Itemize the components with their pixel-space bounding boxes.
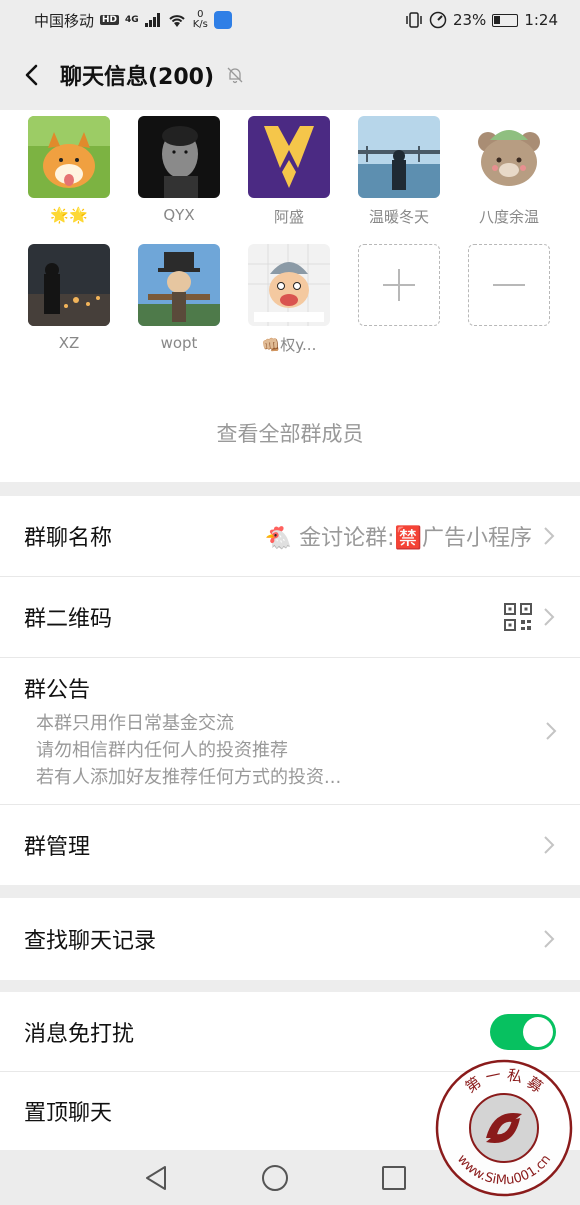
chevron-right-icon bbox=[546, 722, 557, 740]
mute-label: 消息免打扰 bbox=[24, 1021, 135, 1047]
vibrate-icon bbox=[406, 12, 422, 28]
member-name: QYX bbox=[163, 206, 195, 224]
member-grid: 🌟🌟 QYX 阿盛 温暖冬天 八度余温 XZ wopt 👊🏼权y... bbox=[14, 116, 564, 354]
announcement-line: 本群只用作日常基金交流 bbox=[36, 712, 234, 734]
avatar[interactable] bbox=[28, 244, 110, 326]
announcement-line: 请勿相信群内任何人的投资推荐 bbox=[36, 739, 288, 761]
member-item[interactable]: XZ bbox=[14, 244, 124, 354]
battery-percent: 23% bbox=[452, 11, 487, 29]
search-history-row[interactable]: 查找聊天记录 bbox=[0, 898, 580, 980]
search-history-right bbox=[542, 928, 556, 950]
remove-member-button[interactable] bbox=[454, 244, 564, 354]
status-bar: 中国移动 HD 4G 0 K/s 23% 1:24 bbox=[0, 0, 580, 40]
member-name: 🌟🌟 bbox=[50, 206, 88, 224]
hd-badge: HD bbox=[100, 15, 120, 25]
group-settings-section: 群聊名称 🐔 金讨论群:🈲广告小程序 群二维码 群公告 本群只用作日常基金交流 … bbox=[0, 496, 580, 885]
wifi-icon bbox=[168, 15, 185, 27]
qr-code-icon bbox=[504, 603, 532, 631]
clock: 1:24 bbox=[524, 11, 558, 29]
announcement-row[interactable]: 群公告 本群只用作日常基金交流 请勿相信群内任何人的投资推荐 若有人添加好友推荐… bbox=[0, 658, 580, 805]
member-name: 温暖冬天 bbox=[368, 208, 429, 226]
member-item[interactable]: 🌟🌟 bbox=[14, 116, 124, 226]
mute-toggle[interactable] bbox=[490, 1013, 556, 1050]
chevron-right-icon bbox=[544, 836, 555, 854]
recents-square-icon[interactable] bbox=[381, 1165, 407, 1191]
mute-right bbox=[490, 1013, 556, 1050]
member-name: XZ bbox=[58, 334, 80, 352]
signal-icon bbox=[144, 13, 160, 27]
top-nav-bar: 聊天信息(200) bbox=[0, 40, 580, 110]
net-speed: 0 K/s bbox=[193, 10, 208, 30]
qr-code-row[interactable]: 群二维码 bbox=[0, 577, 580, 658]
qr-code-label: 群二维码 bbox=[24, 607, 113, 632]
back-arrow-icon[interactable] bbox=[18, 61, 46, 89]
carrier-label: 中国移动 bbox=[34, 11, 95, 30]
search-section: 查找聊天记录 bbox=[0, 898, 580, 980]
back-triangle-icon[interactable] bbox=[143, 1164, 169, 1192]
net-speed-unit: K/s bbox=[192, 19, 208, 30]
avatar[interactable] bbox=[28, 116, 110, 198]
search-history-label: 查找聊天记录 bbox=[24, 929, 157, 954]
group-name-value: 🐔 金讨论群:🈲广告小程序 bbox=[264, 526, 532, 551]
chevron-right-icon bbox=[544, 608, 555, 626]
announcement-label: 群公告 bbox=[24, 677, 91, 703]
member-name: 阿盛 bbox=[273, 208, 304, 226]
group-name-row[interactable]: 群聊名称 🐔 金讨论群:🈲广告小程序 bbox=[0, 496, 580, 577]
member-name: wopt bbox=[160, 334, 198, 352]
member-item[interactable]: 👊🏼权y... bbox=[234, 244, 344, 354]
member-item[interactable]: 温暖冬天 bbox=[344, 116, 454, 226]
bell-off-icon bbox=[227, 67, 243, 84]
member-item[interactable]: 阿盛 bbox=[234, 116, 344, 226]
remove-member-box[interactable] bbox=[468, 244, 550, 326]
announcement-line: 若有人添加好友推荐任何方式的投资... bbox=[36, 766, 342, 788]
group-name-right: 🐔 金讨论群:🈲广告小程序 bbox=[265, 520, 556, 552]
member-name: 八度余温 bbox=[478, 208, 539, 226]
chevron-right-icon bbox=[544, 527, 555, 545]
avatar[interactable] bbox=[248, 244, 330, 326]
member-item[interactable]: 八度余温 bbox=[454, 116, 564, 226]
watermark-logo-icon: 第 一 私 募 www.SiMu001.cn bbox=[435, 1059, 573, 1197]
home-circle-icon[interactable] bbox=[261, 1164, 289, 1192]
add-member-button[interactable] bbox=[344, 244, 454, 354]
battery-icon bbox=[492, 13, 519, 27]
speedometer-icon bbox=[429, 11, 447, 29]
qr-code-right bbox=[504, 603, 556, 631]
group-manage-row[interactable]: 群管理 bbox=[0, 805, 580, 885]
member-section: 🌟🌟 QYX 阿盛 温暖冬天 八度余温 XZ wopt 👊🏼权y... 查看全部… bbox=[0, 110, 580, 482]
notification-app-icon bbox=[213, 11, 232, 29]
page-title: 聊天信息(200) bbox=[60, 65, 215, 90]
avatar[interactable] bbox=[358, 116, 440, 198]
member-item[interactable]: wopt bbox=[124, 244, 234, 354]
member-name: 👊🏼权y... bbox=[261, 336, 317, 354]
network-label: 4G bbox=[125, 15, 139, 25]
announcement-content: 本群只用作日常基金交流 请勿相信群内任何人的投资推荐 若有人添加好友推荐任何方式… bbox=[24, 710, 341, 791]
see-all-members-link[interactable]: 查看全部群成员 bbox=[0, 418, 580, 448]
status-bar-left: 中国移动 HD 4G 0 K/s bbox=[34, 10, 232, 31]
chevron-right-icon bbox=[544, 930, 555, 948]
group-manage-label: 群管理 bbox=[24, 835, 91, 860]
avatar[interactable] bbox=[138, 244, 220, 326]
watermark-seal: 第 一 私 募 www.SiMu001.cn bbox=[434, 1058, 574, 1198]
group-manage-right bbox=[542, 834, 556, 856]
avatar[interactable] bbox=[248, 116, 330, 198]
toggle-knob bbox=[523, 1016, 553, 1047]
add-member-box[interactable] bbox=[358, 244, 440, 326]
pin-chat-label: 置顶聊天 bbox=[24, 1101, 113, 1126]
group-name-label: 群聊名称 bbox=[24, 526, 113, 551]
plus-icon bbox=[383, 269, 415, 301]
member-item[interactable]: QYX bbox=[124, 116, 234, 226]
status-bar-right: 23% 1:24 bbox=[405, 11, 558, 29]
minus-icon bbox=[493, 284, 525, 286]
avatar[interactable] bbox=[468, 116, 550, 198]
avatar[interactable] bbox=[138, 116, 220, 198]
